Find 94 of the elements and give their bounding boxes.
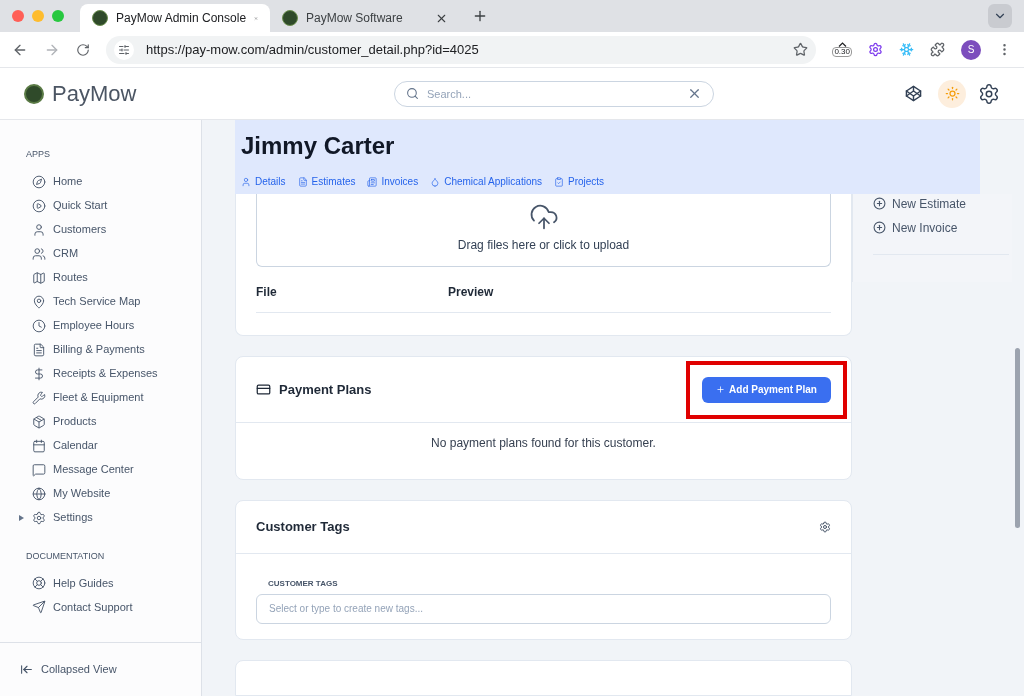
sidebar-item[interactable]: Fleet & Equipment <box>0 385 201 410</box>
sidebar-item[interactable]: Tech Service Map <box>0 289 201 314</box>
upload-dropzone[interactable]: Drag files here or click to upload <box>256 194 831 267</box>
collapse-icon <box>20 663 33 676</box>
plus-circle-icon <box>873 197 886 211</box>
browser-tab[interactable]: PayMow Software <box>270 4 460 32</box>
search-field[interactable]: Search... <box>394 80 714 107</box>
section-heading: DOCUMENTATION <box>25 549 106 563</box>
browser-tab[interactable]: PayMow Admin Console <box>80 4 270 32</box>
sidebar-item[interactable]: Customers <box>0 217 201 242</box>
favicon <box>282 10 298 26</box>
plus-circle-icon <box>873 221 886 235</box>
wrench-icon <box>32 390 46 405</box>
sidebar-item[interactable]: Home <box>0 169 201 194</box>
customer-tab[interactable]: Projects <box>554 174 605 189</box>
document-icon <box>297 176 308 187</box>
sidebar-item[interactable]: Receipts & Expenses <box>0 361 201 386</box>
brand-name: PayMow <box>52 80 137 108</box>
arrow-up-icon <box>837 42 847 47</box>
action-link[interactable]: New Estimate <box>873 195 983 214</box>
clock-icon <box>32 318 46 333</box>
extensions-icon[interactable] <box>930 42 945 57</box>
customer-tab[interactable]: Chemical Applications <box>430 174 542 189</box>
tab-title: PayMow Software <box>306 10 404 26</box>
customer-tab[interactable]: Details <box>241 174 286 189</box>
add-payment-plan-button[interactable]: Add Payment Plan <box>702 376 831 403</box>
calendar-icon <box>32 438 46 453</box>
user-icon <box>241 176 251 187</box>
card-title: Payment Plans <box>279 380 373 399</box>
settings-icon <box>32 510 46 525</box>
sidebar-item[interactable]: Settings <box>0 505 201 530</box>
new-tab-icon[interactable] <box>472 8 488 24</box>
action-link[interactable]: New Invoice <box>873 219 983 238</box>
globe-icon <box>32 486 46 501</box>
sidebar-item[interactable]: Message Center <box>0 457 201 482</box>
plus-icon <box>716 385 726 394</box>
empty-message: No payment plans found for this customer. <box>431 434 656 452</box>
cube-icon[interactable] <box>905 85 922 102</box>
tab-title: PayMow Admin Console <box>116 10 247 26</box>
droplet-icon <box>430 176 441 187</box>
customer-name: Jimmy Carter <box>241 131 396 161</box>
lifebuoy-icon <box>32 576 46 590</box>
sidebar-item[interactable]: Employee Hours <box>0 313 201 338</box>
cloud-upload-icon <box>528 202 559 232</box>
sidebar-item[interactable]: Contact Support <box>0 595 201 619</box>
field-label: CUSTOMER TAGS <box>267 577 339 590</box>
users-icon <box>32 246 46 261</box>
sidebar-item[interactable]: CRM <box>0 241 201 266</box>
customer-tab[interactable]: Invoices <box>367 174 419 189</box>
tab-list-button[interactable] <box>988 4 1012 28</box>
user-icon <box>32 222 46 237</box>
search-icon <box>406 86 419 100</box>
caret-icon[interactable] <box>19 514 24 521</box>
dropzone-text: Drag files here or click to upload <box>457 237 630 254</box>
scrollbar-thumb[interactable] <box>1015 348 1020 528</box>
profile-avatar[interactable]: S <box>961 39 981 60</box>
sidebar-item[interactable]: Products <box>0 409 201 434</box>
settings-icon[interactable] <box>819 520 831 533</box>
favicon <box>92 10 108 26</box>
map-pin-icon <box>32 294 46 309</box>
settings-icon[interactable] <box>978 82 1000 105</box>
gear-icon[interactable] <box>868 42 883 57</box>
url-text: https://pay-mow.com/admin/customer_detail.php?id=4025 <box>146 40 480 59</box>
compass-icon <box>32 174 46 189</box>
column-header: Preview <box>448 283 495 301</box>
section-heading: APPS <box>25 148 51 161</box>
reload-icon[interactable] <box>76 42 90 57</box>
sidebar-item[interactable]: Billing & Payments <box>0 337 201 362</box>
theme-toggle-button[interactable] <box>938 79 966 108</box>
box-icon <box>32 414 46 429</box>
play-icon <box>32 198 46 213</box>
site-settings-icon[interactable] <box>118 43 130 56</box>
credit-card-icon <box>256 382 271 397</box>
logo-icon <box>24 83 44 104</box>
send-icon <box>32 600 46 614</box>
sidebar-item[interactable]: Calendar <box>0 433 201 458</box>
document-icon <box>32 342 46 357</box>
customer-tab[interactable]: Estimates <box>297 174 356 189</box>
invoice-icon <box>367 176 378 187</box>
clipboard-icon <box>554 176 564 187</box>
sidebar-item[interactable]: My Website <box>0 481 201 506</box>
sidebar-item[interactable]: Help Guides <box>0 571 201 595</box>
sun-icon <box>944 86 960 101</box>
sidebar-item[interactable]: Routes <box>0 265 201 290</box>
collapsed-view-link[interactable]: Collapsed View <box>0 642 201 696</box>
address-bar[interactable]: https://pay-mow.com/admin/customer_detail.php?id=4025 <box>106 35 817 64</box>
card-title: Customer Tags <box>256 518 351 536</box>
dollar-icon <box>32 366 46 381</box>
sidebar-item[interactable]: Quick Start <box>0 193 201 218</box>
column-header: File <box>256 283 278 301</box>
tags-input-field[interactable]: Select or type to create new tags... <box>256 593 831 624</box>
bookmark-star-icon[interactable] <box>793 42 809 57</box>
map-icon <box>32 270 46 285</box>
message-icon <box>32 462 46 477</box>
